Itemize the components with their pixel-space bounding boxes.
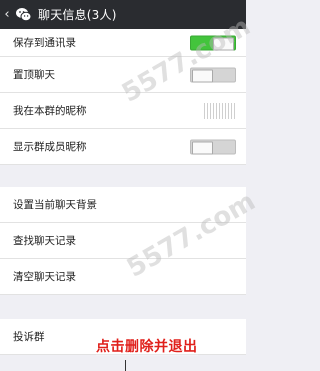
wechat-group-icon	[15, 6, 32, 23]
setting-label: 置顶聊天	[13, 69, 55, 81]
setting-my-group-nickname[interactable]: 我在本群的昵称	[0, 93, 246, 129]
show-nicknames-toggle[interactable]	[190, 139, 236, 154]
section-gap	[0, 295, 246, 319]
navigation-bar: ‹ 聊天信息(3人)	[0, 0, 246, 29]
action-label: 查找聊天记录	[13, 235, 76, 247]
tutorial-annotation: 点击删除并退出	[96, 336, 198, 356]
back-arrow-icon[interactable]: ‹	[0, 0, 14, 29]
pointer-indicator	[125, 360, 126, 371]
action-label: 设置当前聊天背景	[13, 199, 97, 211]
nickname-value-blurred	[204, 102, 236, 119]
action-label: 清空聊天记录	[13, 271, 76, 283]
setting-label: 我在本群的昵称	[13, 105, 87, 117]
page-title: 聊天信息(3人)	[38, 8, 117, 22]
toggle-knob	[192, 141, 213, 154]
action-clear-chat-history[interactable]: 清空聊天记录	[0, 259, 246, 295]
action-label: 投诉群	[13, 331, 45, 343]
setting-label: 显示群成员昵称	[13, 141, 87, 153]
section-gap	[0, 165, 246, 187]
setting-show-member-nicknames[interactable]: 显示群成员昵称	[0, 129, 246, 165]
setting-label: 保存到通讯录	[13, 37, 76, 49]
